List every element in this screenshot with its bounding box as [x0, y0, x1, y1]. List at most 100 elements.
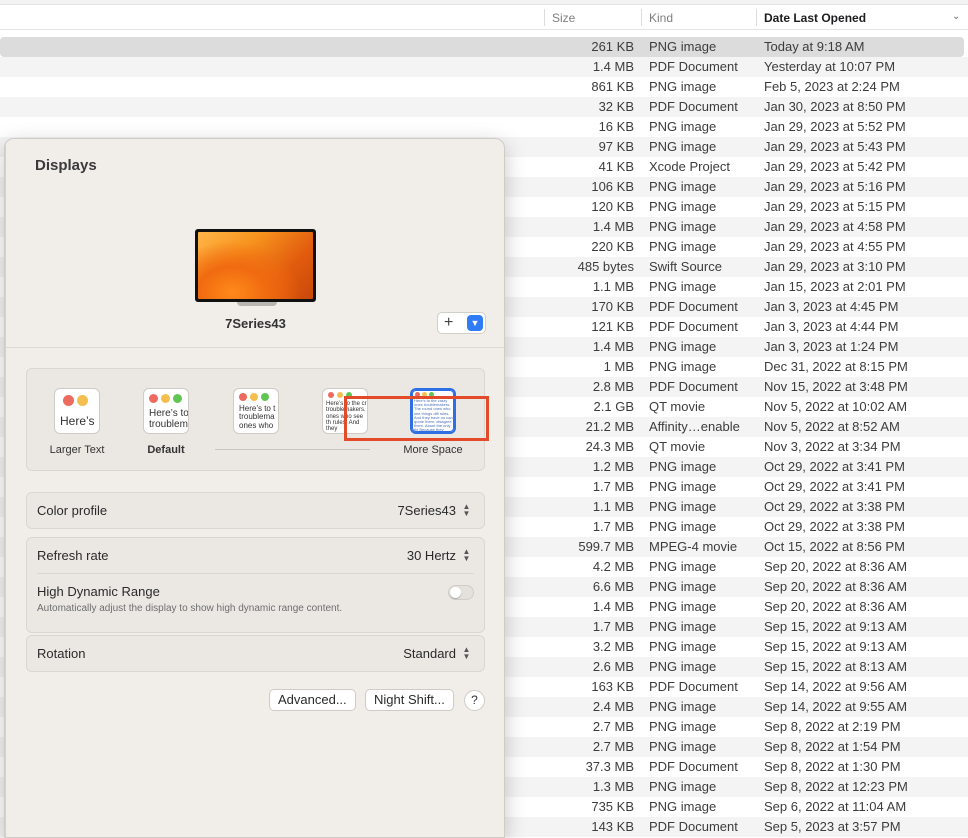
color-profile-select[interactable]: 7Series43: [397, 503, 456, 518]
scaling-option-3[interactable]: Here’s to t troublema ones who: [233, 388, 279, 434]
cell-size: 121 KB: [591, 319, 634, 334]
scaling-preview-text: Here’s: [60, 414, 95, 428]
scaling-slider-track: [215, 449, 370, 450]
cell-date: Sep 14, 2022 at 9:56 AM: [764, 679, 908, 694]
help-button[interactable]: ?: [464, 690, 485, 711]
cell-date: Jan 3, 2023 at 4:44 PM: [764, 319, 899, 334]
add-display-button[interactable]: +: [444, 313, 453, 333]
cell-date: Sep 15, 2022 at 8:13 AM: [764, 659, 908, 674]
cell-size: 1.4 MB: [592, 599, 634, 614]
cell-size: 1.2 MB: [592, 459, 634, 474]
chevron-updown-icon[interactable]: ▲ ▼: [461, 548, 472, 563]
cell-kind: PNG image: [649, 639, 717, 654]
cell-kind: PNG image: [649, 619, 717, 634]
cell-date: Yesterday at 10:07 PM: [764, 59, 896, 74]
cell-size: 16 KB: [598, 119, 634, 134]
scaling-preview-text: Here’s to troublem: [149, 408, 189, 430]
table-row[interactable]: 261 KB PNG image Today at 9:18 AM: [0, 37, 964, 57]
window-controls-icon: [149, 394, 182, 403]
cell-date: Jan 29, 2023 at 5:16 PM: [764, 179, 906, 194]
night-shift-button[interactable]: Night Shift...: [365, 689, 454, 711]
refresh-rate-select[interactable]: 30 Hertz: [407, 548, 456, 563]
cell-kind: PNG image: [649, 499, 717, 514]
rotation-row[interactable]: Rotation Standard ▲ ▼: [27, 636, 484, 671]
cell-size: 6.6 MB: [592, 579, 634, 594]
cell-kind: PNG image: [649, 339, 717, 354]
cell-size: 1 MB: [603, 359, 634, 374]
cell-kind: PDF Document: [649, 59, 738, 74]
column-separator[interactable]: [544, 9, 545, 26]
cell-kind: PNG image: [649, 199, 717, 214]
cell-size: 2.6 MB: [592, 659, 634, 674]
cell-kind: QT movie: [649, 399, 706, 414]
hdr-row: High Dynamic Range Automatically adjust …: [27, 574, 484, 632]
cell-date: Jan 3, 2023 at 4:45 PM: [764, 299, 899, 314]
cell-date: Jan 3, 2023 at 1:24 PM: [764, 339, 899, 354]
refresh-rate-row[interactable]: Refresh rate 30 Hertz ▲ ▼: [27, 538, 484, 573]
cell-size: 97 KB: [598, 139, 634, 154]
table-row[interactable]: 16 KB PNG image Jan 29, 2023 at 5:52 PM: [0, 117, 968, 137]
cell-date: Sep 8, 2022 at 12:23 PM: [764, 779, 908, 794]
chevron-updown-icon[interactable]: ▲ ▼: [461, 646, 472, 661]
color-profile-row[interactable]: Color profile 7Series43 ▲ ▼: [27, 493, 484, 528]
window-controls-icon: [63, 395, 88, 406]
advanced-button[interactable]: Advanced...: [269, 689, 356, 711]
column-header-date-last-opened[interactable]: Date Last Opened: [764, 11, 866, 25]
cell-size: 120 KB: [591, 199, 634, 214]
scaling-option-larger-text[interactable]: Here’s: [54, 388, 100, 434]
cell-size: 24.3 MB: [585, 439, 634, 454]
cell-size: 735 KB: [591, 799, 634, 814]
cell-size: 32 KB: [598, 99, 634, 114]
add-display-control[interactable]: + ▼: [437, 312, 486, 334]
chevron-updown-icon[interactable]: ▲ ▼: [461, 503, 472, 518]
cell-date: Nov 3, 2022 at 3:34 PM: [764, 439, 901, 454]
column-header-size[interactable]: Size: [552, 11, 575, 25]
cell-size: 2.7 MB: [592, 739, 634, 754]
column-separator[interactable]: [756, 9, 757, 26]
cell-size: 261 KB: [591, 39, 634, 54]
panel-edge: [5, 139, 6, 837]
cell-kind: PNG image: [649, 239, 717, 254]
cell-size: 1.4 MB: [592, 219, 634, 234]
cell-date: Jan 15, 2023 at 2:01 PM: [764, 279, 906, 294]
cell-date: Jan 29, 2023 at 5:52 PM: [764, 119, 906, 134]
column-header-kind[interactable]: Kind: [649, 11, 673, 25]
cell-date: Sep 8, 2022 at 1:30 PM: [764, 759, 901, 774]
cell-date: Jan 29, 2023 at 3:10 PM: [764, 259, 906, 274]
cell-date: Sep 6, 2022 at 11:04 AM: [764, 799, 907, 814]
monitor-icon[interactable]: [195, 229, 316, 302]
cell-kind: PNG image: [649, 799, 717, 814]
scaling-option-default[interactable]: Here’s to troublem: [143, 388, 189, 434]
cell-kind: PNG image: [649, 119, 717, 134]
table-row[interactable]: 1.4 MB PDF Document Yesterday at 10:07 PM: [0, 57, 968, 77]
cell-size: 21.2 MB: [585, 419, 634, 434]
cell-kind: PNG image: [649, 699, 717, 714]
chevron-down-icon[interactable]: ▼: [467, 315, 483, 331]
cell-size: 2.7 MB: [592, 719, 634, 734]
cell-kind: PDF Document: [649, 379, 738, 394]
refresh-hdr-group: Refresh rate 30 Hertz ▲ ▼ High Dynamic Ra…: [26, 537, 485, 633]
table-row[interactable]: 32 KB PDF Document Jan 30, 2023 at 8:50 PM: [0, 97, 968, 117]
column-separator[interactable]: [641, 9, 642, 26]
cell-date: Nov 15, 2022 at 3:48 PM: [764, 379, 908, 394]
cell-kind: PNG image: [649, 179, 717, 194]
hdr-toggle[interactable]: [448, 585, 474, 600]
cell-kind: PNG image: [649, 659, 717, 674]
cell-date: Jan 29, 2023 at 5:42 PM: [764, 159, 906, 174]
cell-size: 1.1 MB: [592, 279, 634, 294]
cell-kind: PNG image: [649, 479, 717, 494]
cell-date: Sep 20, 2022 at 8:36 AM: [764, 599, 908, 614]
column-header-bar: Size Kind Date Last Opened ⌄: [0, 5, 968, 30]
table-row[interactable]: 861 KB PNG image Feb 5, 2023 at 2:24 PM: [0, 77, 968, 97]
rotation-select[interactable]: Standard: [403, 646, 456, 661]
cell-kind: PNG image: [649, 519, 717, 534]
cell-kind: PNG image: [649, 719, 717, 734]
sort-chevron-icon[interactable]: ⌄: [952, 11, 960, 22]
cell-date: Sep 20, 2022 at 8:36 AM: [764, 579, 908, 594]
cell-date: Sep 8, 2022 at 2:19 PM: [764, 719, 901, 734]
color-profile-group: Color profile 7Series43 ▲ ▼: [26, 492, 485, 529]
cell-size: 2.1 GB: [593, 399, 634, 414]
cell-size: 1.4 MB: [592, 59, 634, 74]
cell-size: 220 KB: [591, 239, 634, 254]
cell-kind: PNG image: [649, 579, 717, 594]
